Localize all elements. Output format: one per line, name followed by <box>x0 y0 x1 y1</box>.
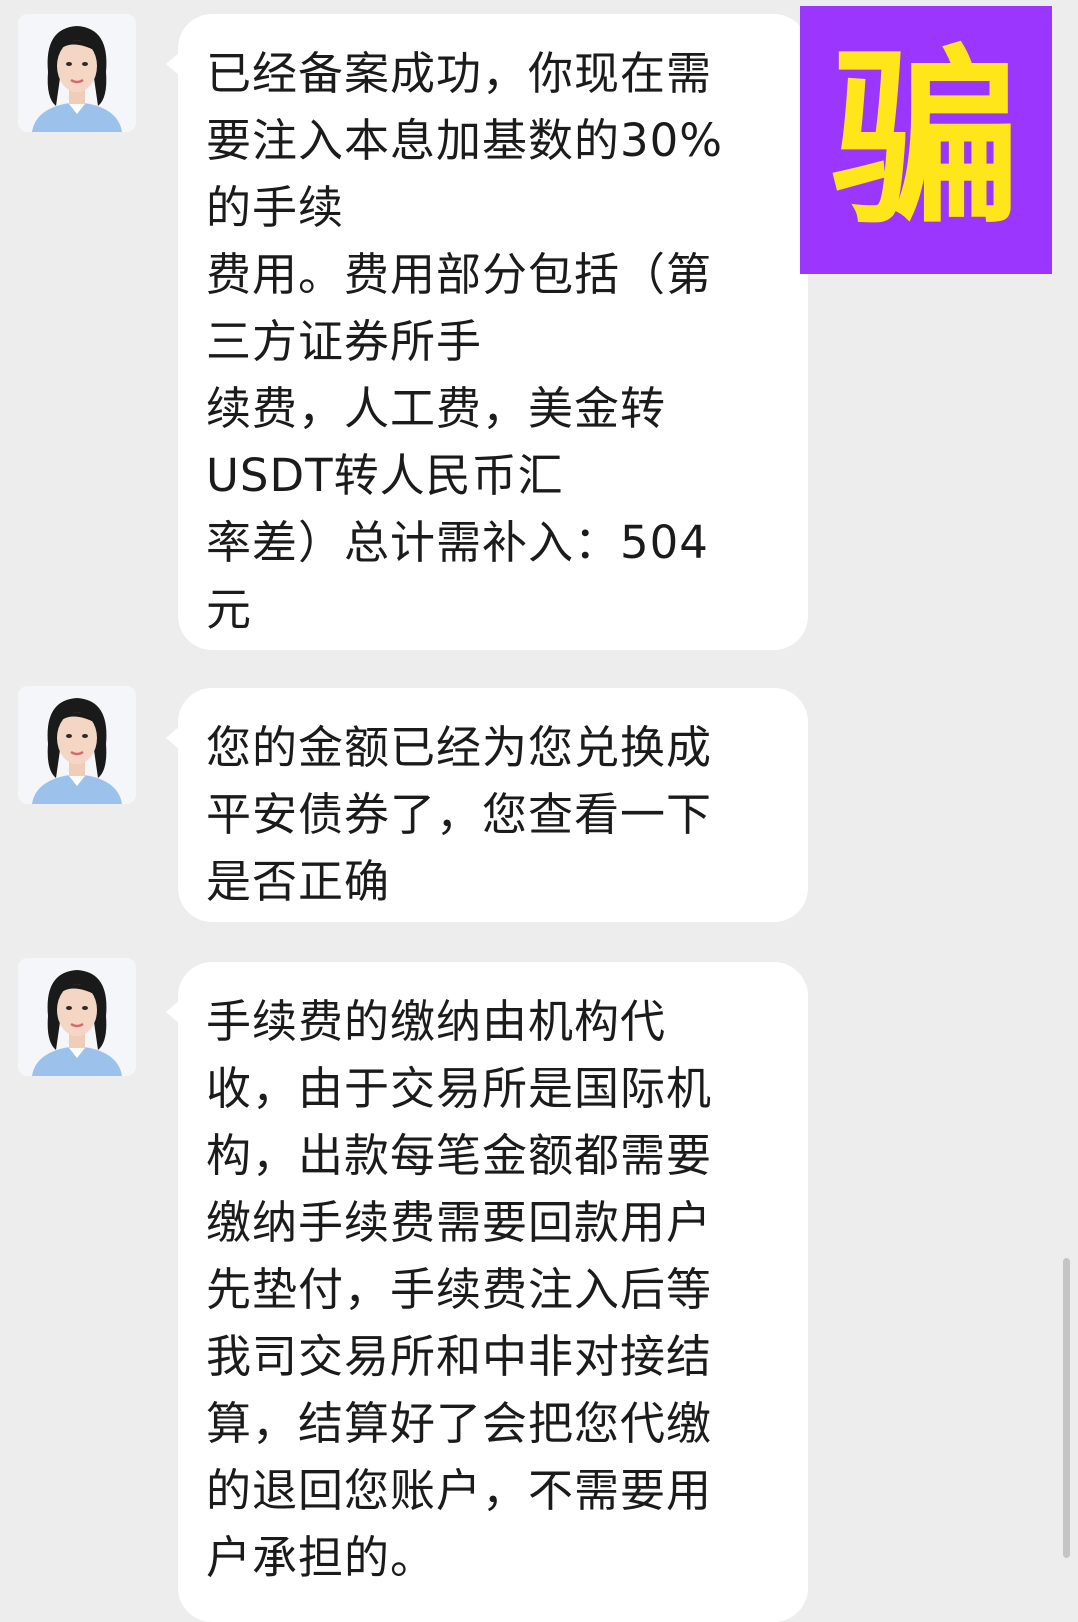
woman-portrait-avatar-icon <box>18 14 136 132</box>
message-text: 您的金额已经为您兑换成 平安债券了，您查看一下 是否正确 <box>206 721 713 908</box>
woman-portrait-avatar-icon <box>18 686 136 804</box>
avatar[interactable] <box>18 14 136 132</box>
avatar[interactable] <box>18 686 136 804</box>
chat-thread[interactable]: 已经备案成功，你现在需 要注入本息加基数的30% 的手续 费用。费用部分包括（第… <box>0 0 1078 1622</box>
scrollbar[interactable] <box>1063 1258 1070 1558</box>
scam-warning-text: 骗 <box>830 29 1021 250</box>
message-text: 手续费的缴纳由机构代 收，由于交易所是国际机 构，出款每笔金额都需要 缴纳手续费… <box>206 995 713 1584</box>
scam-warning-stamp: 骗 <box>800 6 1052 274</box>
message-bubble[interactable]: 已经备案成功，你现在需 要注入本息加基数的30% 的手续 费用。费用部分包括（第… <box>166 14 808 650</box>
message-text: 已经备案成功，你现在需 要注入本息加基数的30% 的手续 费用。费用部分包括（第… <box>206 47 724 636</box>
message-bubble[interactable]: 您的金额已经为您兑换成 平安债券了，您查看一下 是否正确 <box>166 688 808 922</box>
woman-portrait-avatar-icon <box>18 958 136 1076</box>
message-bubble[interactable]: 手续费的缴纳由机构代 收，由于交易所是国际机 构，出款每笔金额都需要 缴纳手续费… <box>166 962 808 1622</box>
avatar[interactable] <box>18 958 136 1076</box>
